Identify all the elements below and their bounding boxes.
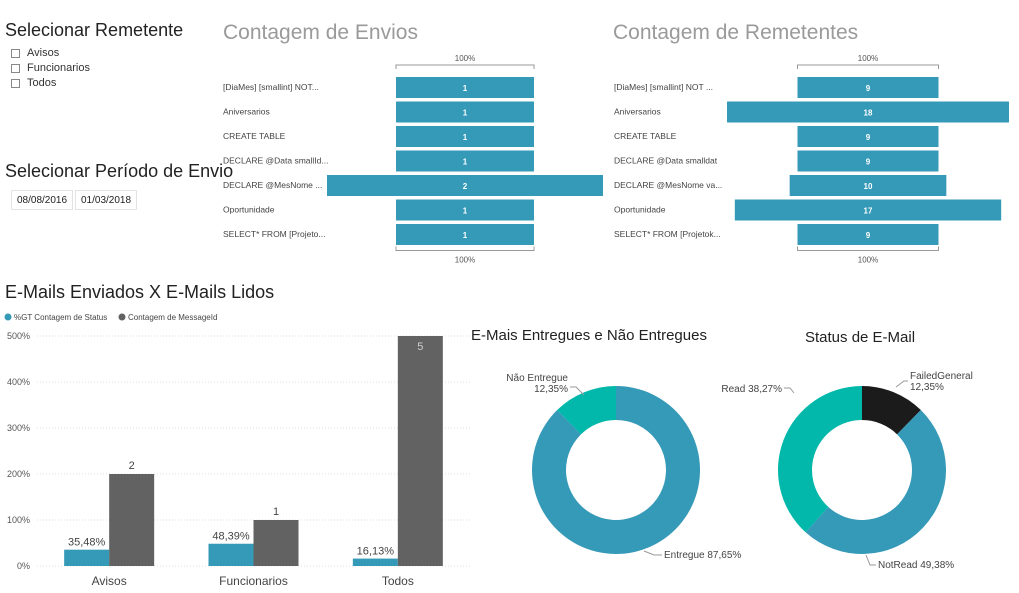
slicer-option-label: Funcionarios [27, 62, 90, 74]
funnel-value-label: 2 [463, 182, 468, 191]
funnel-category-label: Aniversarios [223, 107, 270, 117]
x-tick-label: Todos [382, 574, 414, 588]
slicer-option-avisos[interactable]: Avisos [11, 47, 59, 59]
funnel-category-label: Oportunidade [614, 205, 666, 215]
funnel-value-label: 1 [463, 231, 468, 240]
x-tick-label: Avisos [92, 574, 127, 588]
data-label: 16,13% [357, 546, 395, 558]
data-label: 5 [417, 341, 423, 353]
checkbox-icon[interactable] [11, 48, 20, 58]
slicer-remetente-title: Selecionar Remetente [5, 20, 184, 40]
column-bar [208, 543, 254, 566]
slice-label: 12,35% [534, 384, 568, 395]
leader-line [865, 554, 876, 566]
legend-label: %GT Contagem de Status [14, 313, 107, 322]
funnel-category-label: CREATE TABLE [614, 131, 677, 141]
data-label: 2 [129, 460, 135, 472]
funnel-bottom-bracket [797, 246, 939, 251]
funnel-category-label: DECLARE @Data smallId... [223, 156, 328, 166]
funnel-category-label: [DiaMes] [smallint] NOT... [223, 82, 319, 92]
chart-title-status: Status de E-Mail [805, 329, 916, 346]
y-tick-label: 100% [7, 515, 30, 525]
funnel-top-label: 100% [455, 54, 475, 63]
legend-marker [118, 313, 126, 321]
y-tick-label: 300% [7, 423, 30, 433]
slicer-option-label: Avisos [27, 47, 60, 59]
slicer-option-label: Todos [27, 77, 57, 89]
funnel-category-label: SELECT* FROM [Projetok... [614, 229, 721, 239]
legend-label: Contagem de MessageId [128, 313, 217, 322]
funnel-value-label: 9 [866, 84, 871, 93]
chart-title-envios: Contagem de Envios [223, 21, 418, 44]
leader-line [784, 387, 795, 394]
funnel-value-label: 1 [463, 158, 468, 167]
funnel-chart-remetentes: 100% [DiaMes] [smallint] NOT ... 9 Aniversa… [614, 54, 1009, 265]
funnel-bottom-label: 100% [858, 256, 878, 265]
slicer-periodo-title: Selecionar Período de Envio [5, 161, 234, 181]
data-label: 35,48% [68, 537, 106, 549]
funnel-top-label: 100% [858, 54, 878, 63]
funnel-category-label: DECLARE @Data smalldat [614, 156, 718, 166]
chart-title-enviados-lidos: E-Mails Enviados X E-Mails Lidos [5, 282, 275, 302]
donut-slice [778, 386, 862, 533]
checkbox-icon[interactable] [11, 63, 20, 73]
slice-label: 12,35% [910, 382, 944, 393]
funnel-category-label: [DiaMes] [smallint] NOT ... [614, 82, 713, 92]
start-date-input[interactable]: 08/08/2016 [11, 190, 74, 210]
funnel-value-label: 9 [866, 133, 871, 142]
column-bar [64, 549, 110, 566]
column-chart-enviados-lidos: %GT Contagem de Status Contagem de Messag… [4, 313, 470, 588]
funnel-category-label: SELECT* FROM [Projeto... [223, 229, 326, 239]
funnel-top-bracket [797, 64, 939, 69]
funnel-bottom-bracket [395, 246, 535, 251]
slice-label: NotRead 49,38% [878, 560, 954, 571]
funnel-bottom-label: 100% [455, 256, 475, 265]
slicer-option-todos[interactable]: Todos [11, 77, 56, 89]
y-tick-label: 200% [7, 469, 30, 479]
funnel-value-label: 1 [463, 207, 468, 216]
funnel-value-label: 18 [864, 109, 873, 118]
funnel-value-label: 9 [866, 158, 871, 167]
y-tick-label: 400% [7, 377, 30, 387]
slicer-option-funcionarios[interactable]: Funcionarios [11, 62, 90, 74]
funnel-value-label: 1 [463, 84, 468, 93]
checkbox-icon[interactable] [11, 78, 20, 88]
data-label: 1 [273, 506, 279, 518]
data-label: 48,39% [212, 531, 250, 543]
legend-marker [4, 313, 12, 321]
y-tick-label: 500% [7, 331, 30, 341]
funnel-category-label: DECLARE @MesNome ... [223, 180, 322, 190]
chart-title-entregues: E-Mais Entregues e Não Entregues [471, 327, 707, 344]
leader-line [895, 380, 908, 388]
funnel-category-label: Oportunidade [223, 205, 275, 215]
column-bar [397, 336, 443, 566]
y-tick-label: 0% [17, 561, 30, 571]
funnel-category-label: CREATE TABLE [223, 131, 286, 141]
leader-line [643, 550, 662, 556]
end-date-input[interactable]: 01/03/2018 [75, 190, 138, 210]
column-bar [109, 474, 155, 566]
funnel-value-label: 10 [864, 182, 873, 191]
funnel-value-label: 1 [463, 109, 468, 118]
slice-label: Read 38,27% [721, 384, 782, 395]
funnel-value-label: 17 [864, 207, 873, 216]
donut-chart-status: FailedGeneral12,35% Read 38,27% NotRead 49… [721, 371, 973, 571]
slice-label: Não Entregue [506, 373, 568, 384]
funnel-value-label: 1 [463, 133, 468, 142]
funnel-top-bracket [395, 64, 535, 69]
slice-label: FailedGeneral [910, 371, 973, 382]
funnel-category-label: DECLARE @MesNome va... [614, 180, 722, 190]
x-tick-label: Funcionarios [219, 574, 288, 588]
funnel-category-label: Aniversarios [614, 107, 661, 117]
column-bar [253, 520, 299, 566]
funnel-value-label: 9 [866, 231, 871, 240]
column-bar [352, 558, 398, 566]
chart-title-remetentes: Contagem de Remetentes [613, 21, 859, 44]
funnel-chart-envios: 100% [DiaMes] [smallint] NOT... 1 Aniversar… [223, 54, 603, 265]
